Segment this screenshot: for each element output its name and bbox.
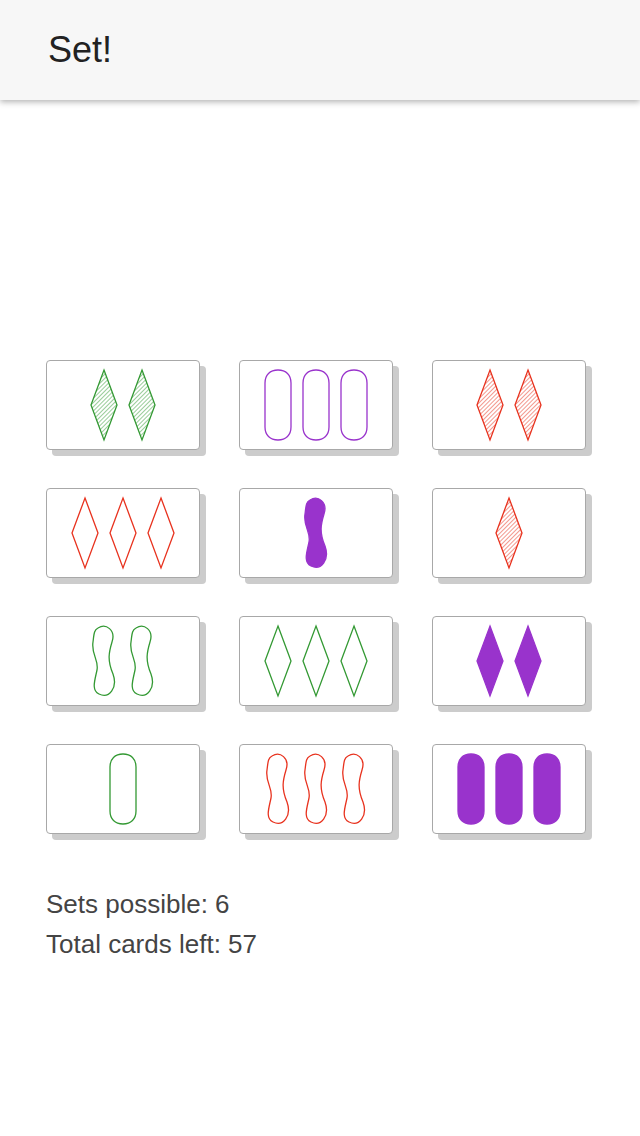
oval-icon (263, 368, 293, 442)
squiggle-icon (89, 624, 119, 698)
set-card[interactable] (239, 360, 393, 450)
diamond-icon (513, 368, 543, 442)
set-card[interactable] (46, 744, 200, 834)
set-card[interactable] (432, 360, 586, 450)
diamond-icon (475, 624, 505, 698)
set-card[interactable] (239, 616, 393, 706)
squiggle-icon (301, 496, 331, 570)
cards-left: Total cards left: 57 (46, 924, 640, 964)
squiggle-icon (301, 752, 331, 826)
diamond-icon (513, 624, 543, 698)
diamond-icon (127, 368, 157, 442)
oval-icon (494, 752, 524, 826)
set-card[interactable] (239, 744, 393, 834)
app-title: Set! (48, 29, 112, 71)
diamond-icon (494, 496, 524, 570)
squiggle-icon (127, 624, 157, 698)
set-card[interactable] (46, 616, 200, 706)
oval-icon (339, 368, 369, 442)
diamond-icon (89, 368, 119, 442)
diamond-icon (70, 496, 100, 570)
oval-icon (108, 752, 138, 826)
set-card[interactable] (432, 488, 586, 578)
diamond-icon (263, 624, 293, 698)
page: Set! Sets possible: 6Total cards left: 57 (0, 0, 640, 1136)
set-card[interactable] (46, 488, 200, 578)
card-board (0, 360, 640, 834)
status-panel: Sets possible: 6Total cards left: 57 (0, 884, 640, 964)
set-card[interactable] (46, 360, 200, 450)
squiggle-icon (263, 752, 293, 826)
oval-icon (301, 368, 331, 442)
oval-icon (456, 752, 486, 826)
diamond-icon (475, 368, 505, 442)
diamond-icon (146, 496, 176, 570)
set-card[interactable] (432, 616, 586, 706)
set-card[interactable] (239, 488, 393, 578)
app-bar: Set! (0, 0, 640, 100)
diamond-icon (108, 496, 138, 570)
diamond-icon (339, 624, 369, 698)
oval-icon (532, 752, 562, 826)
set-card[interactable] (432, 744, 586, 834)
squiggle-icon (339, 752, 369, 826)
diamond-icon (301, 624, 331, 698)
sets-possible: Sets possible: 6 (46, 884, 640, 924)
